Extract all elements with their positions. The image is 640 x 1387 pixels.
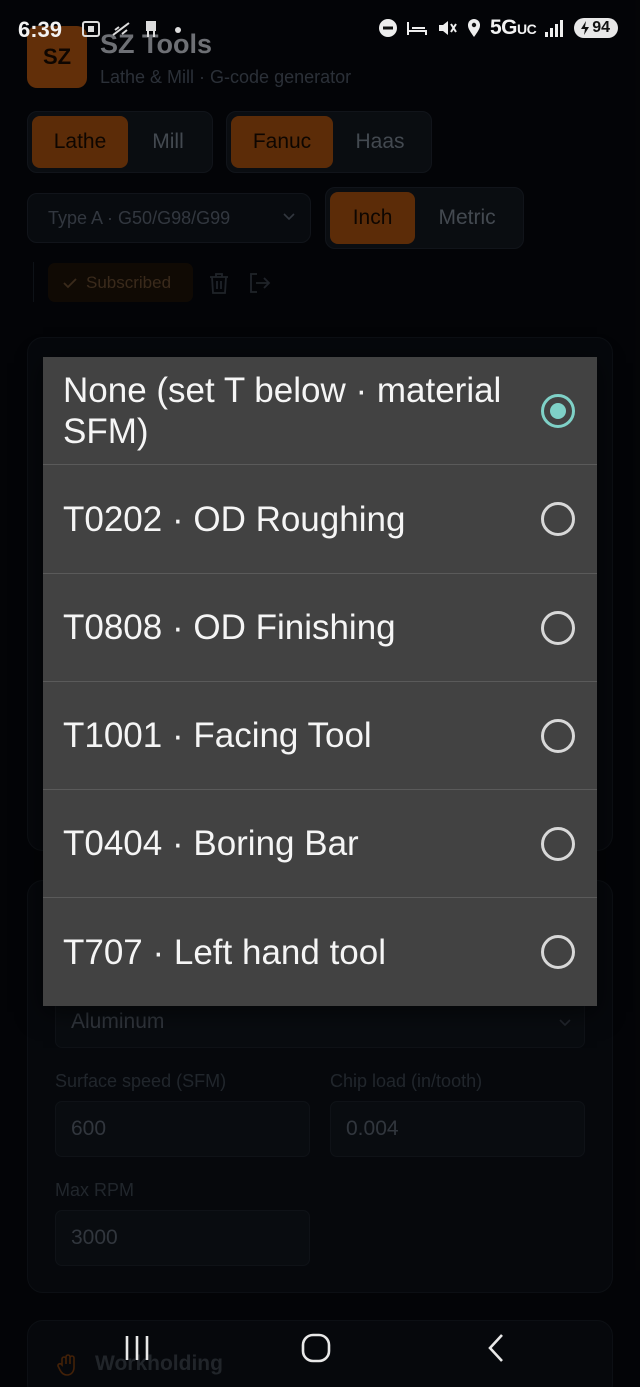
screenshot-icon: [82, 21, 100, 37]
tool-option-none[interactable]: None (set T below · material SFM): [43, 357, 597, 465]
radio-unchecked-icon[interactable]: [541, 718, 575, 753]
radio-unchecked-icon[interactable]: [541, 502, 575, 536]
status-right: 5GUC 94: [378, 16, 618, 40]
tool-option-label: T1001 · Facing Tool: [63, 716, 372, 755]
battery-indicator: 94: [574, 18, 618, 38]
data-saver-icon: [112, 22, 130, 36]
back-icon[interactable]: [480, 1331, 514, 1365]
notification-icons: [80, 18, 192, 40]
tool-option-label: T0808 · OD Finishing: [63, 608, 396, 647]
charging-icon: [581, 21, 590, 35]
tool-option-t0404[interactable]: T0404 · Boring Bar: [43, 790, 597, 898]
network-indicator: 5GUC: [489, 16, 537, 40]
tool-option-label: T0202 · OD Roughing: [63, 499, 406, 539]
tool-option-label: T707 · Left hand tool: [63, 932, 386, 972]
tool-option-t0202[interactable]: T0202 · OD Roughing: [43, 465, 597, 574]
tool-option-label: None (set T below · material SFM): [63, 370, 502, 451]
dot-icon: [175, 27, 181, 33]
mute-icon: [438, 21, 457, 35]
radio-unchecked-icon[interactable]: [541, 610, 575, 645]
tool-select-dialog: None (set T below · material SFM) T0202 …: [43, 357, 597, 1006]
tool-option-t0808[interactable]: T0808 · OD Finishing: [43, 574, 597, 682]
radio-unchecked-icon[interactable]: [541, 935, 575, 969]
bed-icon: [406, 22, 427, 35]
status-bar: 6:39 5GUC 94: [0, 0, 640, 62]
navigation-bar: [0, 1305, 640, 1387]
recents-icon[interactable]: [120, 1331, 154, 1365]
status-time: 6:39: [18, 17, 63, 42]
radio-unchecked-icon[interactable]: [541, 826, 575, 861]
network-suffix: UC: [516, 21, 537, 37]
battery-level: 94: [592, 19, 610, 36]
home-icon[interactable]: [299, 1331, 333, 1365]
network-type: 5G: [489, 16, 518, 39]
usb-icon: [146, 21, 156, 37]
tool-option-label: T0404 · Boring Bar: [63, 824, 359, 863]
tool-option-t707[interactable]: T707 · Left hand tool: [43, 898, 597, 1006]
do-not-disturb-icon: [378, 19, 397, 37]
signal-icon: [545, 20, 564, 37]
location-icon: [467, 19, 480, 37]
tool-option-t1001[interactable]: T1001 · Facing Tool: [43, 682, 597, 790]
radio-checked-icon[interactable]: [541, 393, 575, 428]
